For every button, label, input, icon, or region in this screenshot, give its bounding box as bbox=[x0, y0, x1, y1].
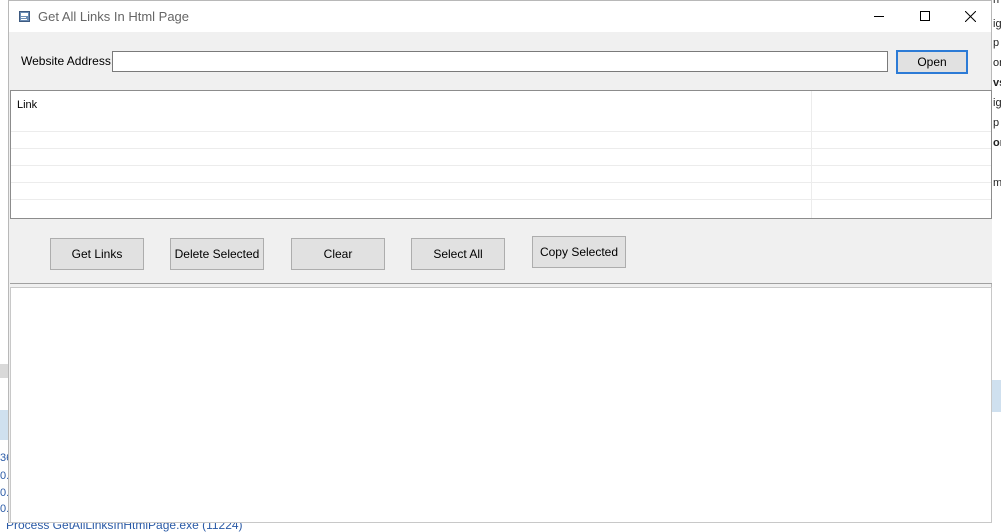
website-address-label: Website Address: bbox=[21, 54, 115, 68]
minimize-button[interactable] bbox=[856, 1, 902, 31]
maximize-button[interactable] bbox=[902, 1, 948, 31]
delete-selected-button[interactable]: Delete Selected bbox=[170, 238, 264, 270]
background-text: m bbox=[993, 177, 1001, 189]
table-row[interactable] bbox=[11, 148, 991, 165]
background-text: 0. bbox=[0, 487, 8, 499]
select-all-button[interactable]: Select All bbox=[411, 238, 505, 270]
table-row[interactable] bbox=[11, 165, 991, 182]
copy-selected-button[interactable]: Copy Selected bbox=[532, 236, 626, 268]
clear-button[interactable]: Clear bbox=[291, 238, 385, 270]
background-text: 0. bbox=[0, 470, 8, 482]
background-text: vs bbox=[993, 77, 1001, 89]
get-links-button[interactable]: Get Links bbox=[50, 238, 144, 270]
table-row[interactable] bbox=[11, 131, 991, 148]
background-strip bbox=[0, 410, 8, 440]
links-table[interactable]: Link bbox=[10, 90, 992, 219]
website-address-input[interactable] bbox=[112, 51, 888, 72]
close-icon bbox=[964, 10, 976, 22]
action-panel: Get Links Delete Selected Clear Select A… bbox=[10, 219, 992, 284]
output-text-area[interactable] bbox=[10, 287, 992, 523]
background-strip bbox=[0, 364, 8, 378]
background-text: 0. bbox=[0, 503, 8, 515]
background-right-edge: n ig p or vs ig p or m bbox=[992, 0, 1001, 532]
background-text: ig bbox=[993, 18, 1001, 30]
background-text: n bbox=[993, 0, 1000, 6]
background-strip bbox=[992, 380, 1001, 412]
background-bottom-edge: Process GetAllLinksInHtmlPage.exe (11224… bbox=[0, 523, 1001, 532]
background-text: ig bbox=[993, 97, 1001, 109]
background-text: Process GetAllLinksInHtmlPage.exe (11224… bbox=[6, 523, 243, 532]
open-button[interactable]: Open bbox=[896, 50, 968, 74]
close-button[interactable] bbox=[947, 1, 993, 31]
url-bar: Website Address: Open bbox=[9, 32, 991, 88]
app-window: Get All Links In Html Page Website Addre… bbox=[8, 0, 992, 523]
background-text: or bbox=[993, 137, 1001, 149]
background-text: p bbox=[993, 117, 1000, 129]
minimize-icon bbox=[874, 16, 884, 17]
table-header: Link bbox=[11, 91, 991, 131]
maximize-icon bbox=[920, 11, 930, 21]
column-header-link[interactable]: Link bbox=[17, 99, 37, 111]
app-icon bbox=[19, 11, 30, 22]
window-title: Get All Links In Html Page bbox=[38, 9, 190, 24]
background-left-edge: 36 0. 0. 0. bbox=[0, 0, 8, 532]
background-text: p bbox=[993, 37, 1000, 49]
background-text: or bbox=[993, 57, 1001, 69]
table-row[interactable] bbox=[11, 199, 991, 216]
title-bar[interactable]: Get All Links In Html Page bbox=[9, 1, 991, 32]
table-row[interactable] bbox=[11, 182, 991, 199]
background-text: 36 bbox=[0, 452, 8, 464]
